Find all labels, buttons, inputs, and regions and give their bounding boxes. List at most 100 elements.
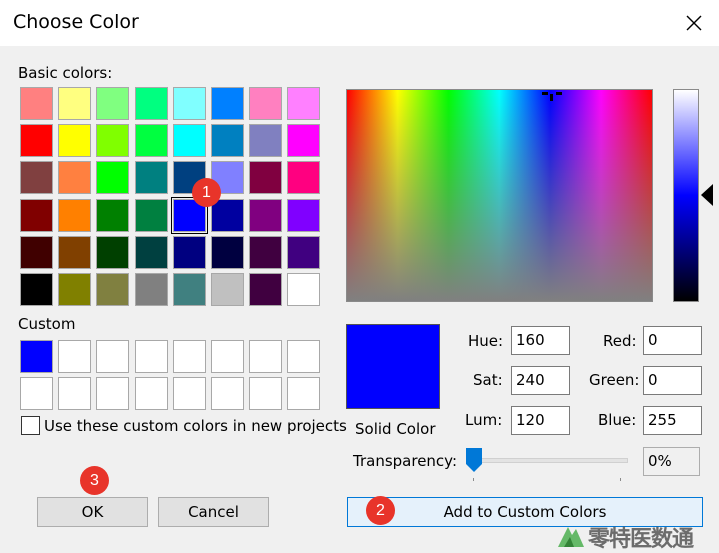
cancel-button[interactable]: Cancel: [158, 497, 269, 527]
red-input[interactable]: 0: [643, 326, 702, 355]
hue-label: Hue:: [468, 332, 504, 350]
basic-color-swatch[interactable]: [58, 87, 92, 120]
basic-color-swatch[interactable]: [96, 87, 130, 120]
basic-color-swatch[interactable]: [134, 87, 168, 120]
color-preview: [346, 324, 440, 409]
basic-color-swatch[interactable]: [20, 87, 53, 120]
annotation-badge-2: 2: [366, 496, 395, 525]
basic-color-swatch[interactable]: [58, 124, 92, 158]
basic-color-swatch[interactable]: [287, 124, 321, 158]
basic-color-swatch[interactable]: [20, 124, 53, 158]
basic-color-swatch[interactable]: [58, 273, 92, 306]
sat-input[interactable]: 240: [511, 366, 570, 395]
basic-colors-label: Basic colors:: [18, 64, 113, 82]
basic-color-swatch[interactable]: [172, 87, 206, 120]
basic-color-swatch[interactable]: [172, 124, 206, 158]
custom-color-swatch[interactable]: [134, 377, 168, 410]
basic-color-swatch[interactable]: [249, 87, 283, 120]
basic-color-swatch[interactable]: [134, 161, 168, 195]
watermark-text: 零特医数通: [588, 527, 694, 552]
basic-color-swatch[interactable]: [20, 235, 53, 269]
basic-color-swatch[interactable]: [20, 198, 53, 232]
custom-color-swatch[interactable]: [134, 340, 168, 373]
custom-color-swatch[interactable]: [249, 340, 283, 373]
lum-input[interactable]: 120: [511, 406, 570, 435]
dialog-title: Choose Color: [13, 11, 139, 33]
luminance-arrow-icon[interactable]: [701, 184, 713, 206]
basic-color-swatch[interactable]: [96, 161, 130, 195]
red-label: Red:: [603, 332, 637, 350]
basic-color-swatch[interactable]: [287, 87, 321, 120]
lum-label: Lum:: [465, 411, 503, 429]
custom-color-swatch[interactable]: [287, 377, 321, 410]
use-custom-colors-checkbox[interactable]: [21, 416, 40, 435]
basic-color-swatch[interactable]: [96, 273, 130, 306]
custom-color-swatch[interactable]: [172, 340, 206, 373]
custom-color-swatch[interactable]: [96, 340, 130, 373]
basic-color-swatch[interactable]: [287, 198, 321, 232]
basic-color-swatch[interactable]: [134, 235, 168, 269]
basic-color-swatch[interactable]: [287, 161, 321, 195]
transparency-slider-track[interactable]: [468, 458, 628, 463]
sat-label: Sat:: [473, 371, 503, 389]
hue-input[interactable]: 160: [511, 326, 570, 355]
custom-color-swatch[interactable]: [20, 340, 53, 373]
custom-color-swatch[interactable]: [58, 340, 92, 373]
custom-color-swatch[interactable]: [96, 377, 130, 410]
title-bar: Choose Color: [0, 0, 719, 46]
green-input[interactable]: 0: [643, 366, 702, 395]
crosshair-icon: [542, 92, 562, 101]
close-button[interactable]: [679, 8, 709, 38]
basic-color-swatch[interactable]: [211, 235, 244, 269]
basic-color-swatch[interactable]: [249, 161, 283, 195]
basic-color-swatch[interactable]: [96, 198, 130, 232]
basic-color-swatch[interactable]: [20, 161, 53, 195]
slider-tick: [620, 478, 621, 481]
color-spectrum[interactable]: [346, 89, 653, 302]
transparency-slider-thumb[interactable]: [466, 448, 482, 472]
basic-color-swatch[interactable]: [172, 235, 206, 269]
custom-color-swatch[interactable]: [58, 377, 92, 410]
blue-label: Blue:: [598, 411, 637, 429]
basic-color-swatch[interactable]: [58, 161, 92, 195]
custom-color-swatch[interactable]: [211, 340, 244, 373]
use-custom-colors-label: Use these custom colors in new projects: [44, 417, 347, 435]
luminance-bar[interactable]: [673, 89, 699, 302]
slider-tick: [473, 478, 474, 481]
basic-color-swatch[interactable]: [211, 273, 244, 306]
watermark-logo-icon: [558, 527, 584, 547]
basic-color-swatch[interactable]: [20, 273, 53, 306]
transparency-value: 0%: [643, 447, 700, 476]
basic-color-swatch[interactable]: [249, 198, 283, 232]
basic-color-swatch[interactable]: [211, 124, 244, 158]
custom-color-swatch[interactable]: [287, 340, 321, 373]
blue-input[interactable]: 255: [643, 406, 702, 435]
basic-color-swatch[interactable]: [287, 235, 321, 269]
basic-color-swatch[interactable]: [58, 198, 92, 232]
basic-color-swatch[interactable]: [249, 235, 283, 269]
basic-color-swatch[interactable]: [249, 273, 283, 306]
basic-color-swatch[interactable]: [96, 124, 130, 158]
custom-color-swatch[interactable]: [249, 377, 283, 410]
basic-color-swatch[interactable]: [211, 87, 244, 120]
basic-color-swatch[interactable]: [134, 198, 168, 232]
close-icon: [686, 15, 702, 31]
basic-color-swatch[interactable]: [249, 124, 283, 158]
annotation-badge-1: 1: [192, 178, 221, 207]
basic-color-swatch[interactable]: [287, 273, 321, 306]
basic-color-swatch[interactable]: [134, 273, 168, 306]
ok-button[interactable]: OK: [37, 497, 148, 527]
custom-color-swatch[interactable]: [172, 377, 206, 410]
green-label: Green:: [589, 371, 640, 389]
custom-color-swatch[interactable]: [20, 377, 53, 410]
basic-color-swatch[interactable]: [211, 198, 244, 232]
basic-color-swatch[interactable]: [58, 235, 92, 269]
basic-color-swatch[interactable]: [96, 235, 130, 269]
custom-colors-label: Custom: [18, 315, 76, 333]
transparency-label: Transparency:: [353, 452, 458, 470]
annotation-badge-3: 3: [80, 466, 109, 495]
basic-color-swatch[interactable]: [172, 273, 206, 306]
solid-color-label: Solid Color: [355, 420, 436, 438]
custom-color-swatch[interactable]: [211, 377, 244, 410]
basic-color-swatch[interactable]: [134, 124, 168, 158]
